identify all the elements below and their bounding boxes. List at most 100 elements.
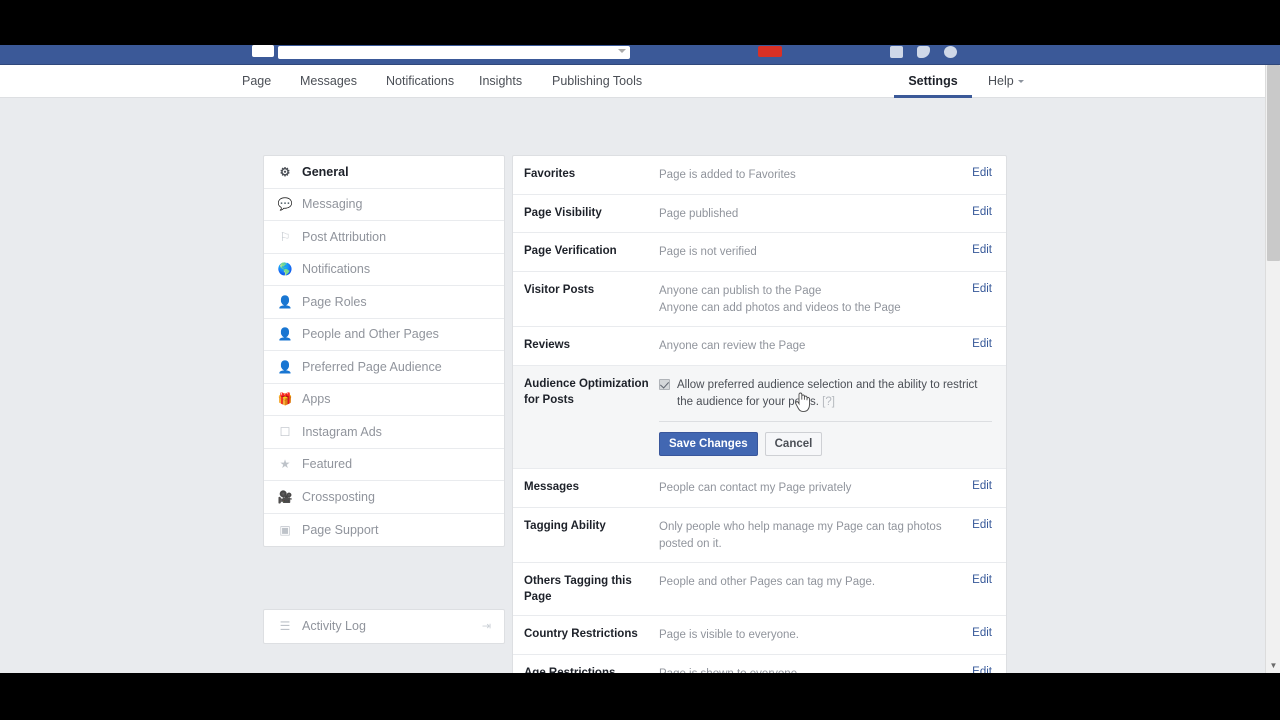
tab-label: Notifications <box>386 74 455 88</box>
instagram-icon: ☐ <box>279 424 291 439</box>
sidebar-item-instagram-ads[interactable]: ☐ Instagram Ads <box>264 416 504 449</box>
tab-notifications[interactable]: Notifications <box>384 65 456 98</box>
setting-label: Page Verification <box>524 245 617 258</box>
setting-value-line: People and other Pages can tag my Page. <box>659 576 876 589</box>
settings-sidebar: ⚙ General 💬 Messaging ⚐ Post Attribution… <box>263 155 505 547</box>
tab-label: Settings <box>908 74 958 88</box>
setting-label: Reviews <box>524 339 571 352</box>
notification-badge[interactable] <box>758 46 782 57</box>
sidebar-item-apps[interactable]: 🎁 Apps <box>264 384 504 416</box>
sidebar-item-people-and-other-pages[interactable]: 👤 People and Other Pages <box>264 319 504 351</box>
audience-optimization-body: Allow preferred audience selection and t… <box>659 376 992 457</box>
sidebar-item-crossposting[interactable]: 🎥 Crossposting <box>264 481 504 514</box>
edit-link[interactable]: Edit <box>964 337 992 350</box>
cancel-button[interactable]: Cancel <box>764 431 823 457</box>
sidebar-item-label: Instagram Ads <box>302 424 382 439</box>
allow-preferred-audience-checkbox[interactable] <box>659 379 670 391</box>
sidebar-item-post-attribution[interactable]: ⚐ Post Attribution <box>264 221 504 254</box>
table-row[interactable]: Messages People can contact my Page priv… <box>513 469 1006 508</box>
page-navigation-bar: Page Messages Notifications Insights Pub… <box>0 65 1280 98</box>
setting-label: Page Visibility <box>524 206 602 219</box>
table-row[interactable]: Page Verification Page is not verified E… <box>513 233 1006 273</box>
allow-preferred-audience-label: Allow preferred audience selection and t… <box>677 377 992 412</box>
person-icon: 👤 <box>277 294 293 309</box>
sidebar-item-page-support[interactable]: ▣ Page Support <box>264 514 504 547</box>
messages-icon[interactable] <box>917 46 930 58</box>
table-row[interactable]: Tagging Ability Only people who help man… <box>513 508 1006 564</box>
setting-value: Page is shown to everyone. <box>659 665 964 673</box>
setting-value-line: Page is added to Favorites <box>659 169 796 181</box>
edit-link[interactable]: Edit <box>964 243 992 256</box>
settings-sidebar-secondary: ☰ Activity Log ⇥ <box>263 609 505 644</box>
chat-bubbles-icon: 💬 <box>277 197 293 212</box>
sidebar-item-label: General <box>302 164 349 179</box>
scroll-down-arrow-icon[interactable]: ▼ <box>1266 658 1280 673</box>
sidebar-item-general[interactable]: ⚙ General <box>264 156 504 189</box>
setting-value-line: People can contact my Page privately <box>659 482 852 495</box>
table-row[interactable]: Favorites Page is added to Favorites Edi… <box>513 156 1006 195</box>
table-row[interactable]: Others Tagging this Page People and othe… <box>513 563 1006 617</box>
table-row[interactable]: Page Visibility Page published Edit <box>513 195 1006 234</box>
edit-link[interactable]: Edit <box>964 665 992 673</box>
friend-requests-icon[interactable] <box>890 46 903 58</box>
setting-value: Page published <box>659 205 964 223</box>
sidebar-item-label: Apps <box>302 392 331 407</box>
setting-value: Page is not verified <box>659 243 964 261</box>
edit-link[interactable]: Edit <box>964 205 992 218</box>
table-row[interactable]: Reviews Anyone can review the Page Edit <box>513 327 1006 367</box>
tab-label: Publishing Tools <box>552 74 643 88</box>
help-link[interactable]: [?] <box>822 396 835 408</box>
allow-preferred-audience-row: Allow preferred audience selection and t… <box>659 377 992 412</box>
edit-link[interactable]: Edit <box>964 626 992 639</box>
search-input[interactable] <box>278 46 630 59</box>
sidebar-item-activity-log[interactable]: ☰ Activity Log ⇥ <box>264 610 504 643</box>
box-icon: 🎁 <box>277 392 293 407</box>
edit-link[interactable]: Edit <box>964 282 992 295</box>
tab-label: Messages <box>300 74 357 88</box>
save-changes-button[interactable]: Save Changes <box>659 431 758 457</box>
tab-publishing-tools[interactable]: Publishing Tools <box>550 65 644 98</box>
sidebar-item-preferred-page-audience[interactable]: 👤 Preferred Page Audience <box>264 351 504 384</box>
browser-viewport: Page Messages Notifications Insights Pub… <box>0 45 1280 673</box>
edit-link[interactable]: Edit <box>964 518 992 531</box>
setting-label: Visitor Posts <box>524 284 595 297</box>
list-icon: ☰ <box>279 619 291 634</box>
notifications-icon[interactable] <box>944 46 957 58</box>
tab-insights[interactable]: Insights <box>477 65 524 98</box>
tab-messages[interactable]: Messages <box>298 65 359 98</box>
edit-link[interactable]: Edit <box>964 166 992 179</box>
table-row[interactable]: Age Restrictions Page is shown to everyo… <box>513 655 1006 673</box>
sidebar-item-label: Crossposting <box>302 489 375 504</box>
sidebar-item-label: Featured <box>302 457 353 472</box>
sidebar-item-label: Post Attribution <box>302 229 387 244</box>
edit-link[interactable]: Edit <box>964 573 992 586</box>
gear-icon: ⚙ <box>279 164 291 179</box>
tab-settings[interactable]: Settings <box>894 65 972 98</box>
tab-label: Insights <box>479 74 523 88</box>
tab-help[interactable]: Help <box>986 65 1026 98</box>
person-plus-icon: 👤 <box>277 327 293 342</box>
video-camera-icon: 🎥 <box>277 489 293 504</box>
edit-link[interactable]: Edit <box>964 479 992 492</box>
setting-label: Age Restrictions <box>524 666 616 673</box>
setting-value-line: Anyone can publish to the Page <box>659 285 822 298</box>
facebook-logo-icon[interactable] <box>252 45 274 57</box>
setting-label: Others Tagging this Page <box>524 575 632 603</box>
sidebar-item-featured[interactable]: ★ Featured <box>264 449 504 481</box>
sidebar-item-label: Page Support <box>302 522 379 537</box>
setting-label: Favorites <box>524 168 576 180</box>
table-row[interactable]: Visitor Posts Anyone can publish to the … <box>513 272 1006 328</box>
sidebar-item-label: Messaging <box>302 197 363 212</box>
sidebar-item-label: Activity Log <box>302 619 366 634</box>
setting-value-line: Page is shown to everyone. <box>659 666 964 673</box>
setting-value: People and other Pages can tag my Page. <box>659 573 964 591</box>
tab-label: Page <box>242 74 272 88</box>
table-row[interactable]: Country Restrictions Page is visible to … <box>513 616 1006 655</box>
sidebar-item-messaging[interactable]: 💬 Messaging <box>264 189 504 221</box>
chevron-down-icon <box>618 49 626 53</box>
tab-page[interactable]: Page <box>240 65 273 98</box>
page-scrollbar[interactable]: ▼ <box>1265 65 1280 673</box>
sidebar-item-page-roles[interactable]: 👤 Page Roles <box>264 286 504 319</box>
scrollbar-thumb[interactable] <box>1267 65 1280 261</box>
sidebar-item-notifications[interactable]: 🌎 Notifications <box>264 254 504 286</box>
